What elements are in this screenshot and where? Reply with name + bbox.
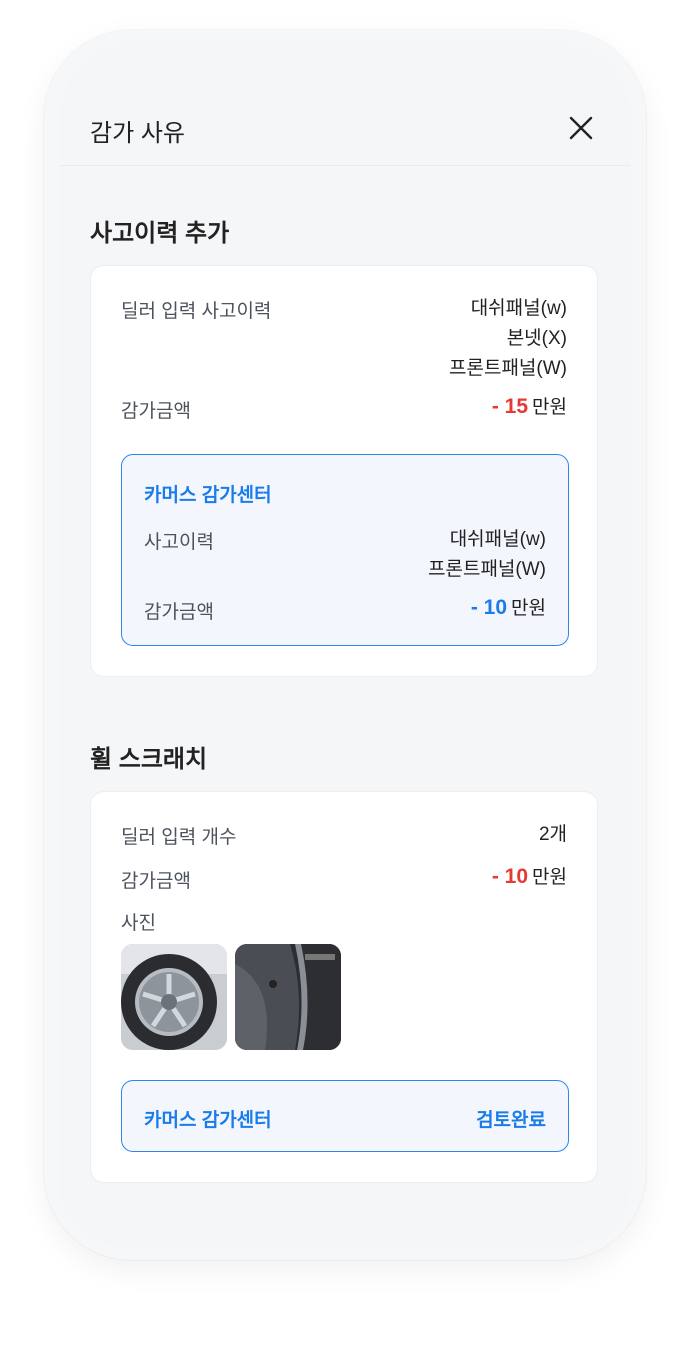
center-amount-label: 감가금액 xyxy=(144,602,214,623)
photo-label: 사진 xyxy=(121,913,156,934)
wheel-count-row: 딜러 입력 개수 2개 xyxy=(121,822,567,849)
wheel-center-title: 카머스 감가센터 xyxy=(144,1110,272,1131)
center-history-label: 사고이력 xyxy=(144,532,214,553)
count-label: 딜러 입력 개수 xyxy=(121,827,237,848)
wheel-photo-1[interactable] xyxy=(121,944,227,1050)
wheel-amount-label: 감가금액 xyxy=(121,871,191,892)
wheel-amount: - 10 만원 xyxy=(492,862,567,893)
wheel-amount-unit: 만원 xyxy=(532,867,567,888)
center-review-box: 카머스 감가센터 사고이력 대쉬패널(w) 프론트패널(W) 감가금액 - 10… xyxy=(121,454,569,646)
center-history-list: 대쉬패널(w) 프론트패널(W) xyxy=(428,525,546,585)
amount-value: - 15 xyxy=(491,395,529,418)
amount-label: 감가금액 xyxy=(121,401,191,422)
dealer-accident-list: 대쉬패널(w) 본넷(X) 프론트패널(W) xyxy=(449,294,567,384)
count-value: 2개 xyxy=(538,824,567,845)
wheel-amount-value: - 10 xyxy=(491,865,529,888)
modal-title: 감가 사유 xyxy=(90,120,185,147)
amount-unit: 만원 xyxy=(532,397,567,418)
center-history-row: 사고이력 대쉬패널(w) 프론트패널(W) xyxy=(144,527,546,580)
center-amount: - 10 만원 xyxy=(471,593,546,624)
center-amount-unit: 만원 xyxy=(511,598,546,619)
accident-amount: - 15 만원 xyxy=(492,392,567,423)
wheel-center-box: 카머스 감가센터 검토완료 xyxy=(121,1080,569,1152)
modal-header: 감가 사유 xyxy=(60,45,630,166)
modal-screen: 감가 사유 사고이력 추가 딜러 입력 사고이력 대쉬패널(w) 본넷(X) 프… xyxy=(60,45,630,1245)
center-history-item: 대쉬패널(w) xyxy=(449,529,546,550)
center-amount-value: - 10 xyxy=(470,596,508,619)
center-history-item: 프론트패널(W) xyxy=(428,559,546,580)
close-icon[interactable] xyxy=(568,115,594,141)
accident-amount-row: 감가금액 - 15 만원 xyxy=(121,395,567,423)
accident-section-title: 사고이력 추가 xyxy=(90,220,230,247)
tire-image xyxy=(235,944,341,1050)
dealer-accident-label: 딜러 입력 사고이력 xyxy=(121,301,272,322)
wheel-amount-row: 감가금액 - 10 만원 xyxy=(121,865,567,893)
center-amount-row: 감가금액 - 10 만원 xyxy=(144,596,546,624)
wheel-image xyxy=(121,944,227,1050)
center-title: 카머스 감가센터 xyxy=(144,485,272,506)
wheel-section-title: 휠 스크래치 xyxy=(90,746,208,773)
dealer-accident-item: 프론트패널(W) xyxy=(449,358,567,379)
dealer-accident-item: 본넷(X) xyxy=(506,328,567,349)
review-status: 검토완료 xyxy=(476,1110,546,1131)
accident-card: 딜러 입력 사고이력 대쉬패널(w) 본넷(X) 프론트패널(W) 감가금액 -… xyxy=(90,265,598,677)
wheel-card: 딜러 입력 개수 2개 감가금액 - 10 만원 사진 카머스 감가센터 검토완… xyxy=(90,791,598,1183)
dealer-accident-row: 딜러 입력 사고이력 대쉬패널(w) 본넷(X) 프론트패널(W) xyxy=(121,296,567,386)
dealer-accident-item: 대쉬패널(w) xyxy=(470,298,567,319)
wheel-photo-2[interactable] xyxy=(235,944,341,1050)
